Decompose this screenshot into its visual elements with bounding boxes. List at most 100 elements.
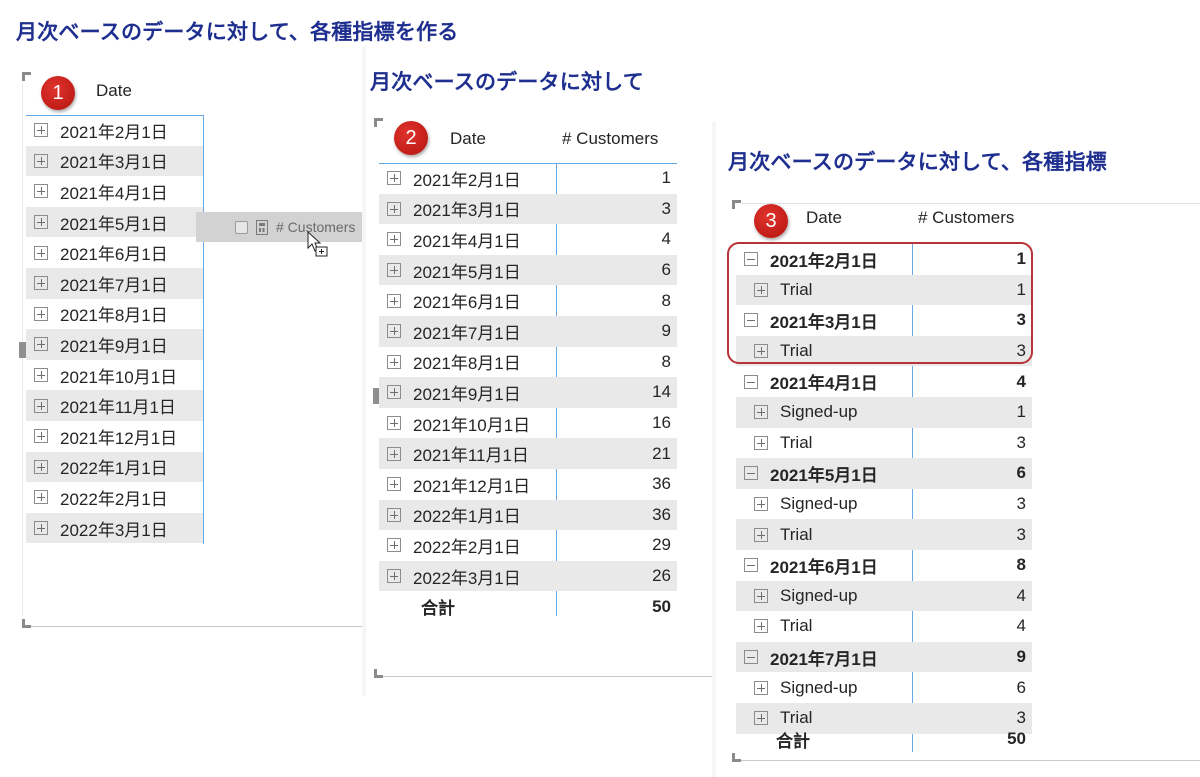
table-row[interactable]: 2021年10月1日 [26,360,203,391]
table-row[interactable]: 2022年2月1日 29 [379,530,677,561]
table-row[interactable]: 2021年6月1日 8 [736,550,1032,581]
table-row[interactable]: 2021年2月1日 1 [379,163,677,194]
table-row[interactable]: 2021年8月1日 [26,299,203,330]
table-row[interactable]: 2021年12月1日 36 [379,469,677,500]
table-row[interactable]: 2022年2月1日 [26,482,203,513]
table-row[interactable]: 2021年7月1日 9 [736,641,1032,673]
table-row[interactable]: 2021年11月1日 [26,390,203,421]
expand-icon[interactable] [754,527,768,542]
expand-icon[interactable] [387,569,401,584]
expand-icon[interactable] [387,416,401,431]
expand-icon[interactable] [387,538,401,553]
expand-icon[interactable] [387,324,401,339]
dragged-field[interactable]: # Customers [196,212,366,242]
expand-icon[interactable] [387,232,401,247]
row-label: 2022年3月1日 [60,520,168,540]
collapse-icon[interactable] [744,650,758,665]
table-row[interactable]: 2021年9月1日 [26,329,203,360]
table-row[interactable]: 2021年5月1日 [26,206,203,238]
table-row[interactable]: 2022年3月1日 26 [379,560,677,592]
expand-icon[interactable] [754,405,768,420]
expand-icon[interactable] [387,263,401,278]
column-header-date[interactable]: Date [450,129,486,149]
collapse-icon[interactable] [744,558,758,573]
expand-icon[interactable] [387,293,401,308]
expand-icon[interactable] [754,588,768,603]
table-row[interactable]: Signed-up 3 [736,489,1032,520]
expand-icon[interactable] [34,521,48,536]
table-row[interactable]: Trial 3 [736,428,1032,459]
table-row[interactable]: 2021年9月1日 14 [379,377,677,408]
resize-handle[interactable] [19,342,26,358]
expand-icon[interactable] [754,435,768,450]
expand-icon[interactable] [34,368,48,383]
expand-icon[interactable] [34,276,48,291]
expand-icon[interactable] [387,446,401,461]
table-row[interactable]: 2021年12月1日 [26,421,203,452]
table-row[interactable]: Trial 3 [736,519,1032,550]
expand-icon[interactable] [387,507,401,522]
table-row[interactable]: Signed-up 4 [736,580,1032,612]
expand-icon[interactable] [754,680,768,695]
expand-icon[interactable] [387,201,401,216]
table-row[interactable]: 2021年4月1日 4 [379,224,677,255]
column-header-customers[interactable]: # Customers [562,129,658,149]
expand-icon[interactable] [34,123,48,138]
column-header-date[interactable]: Date [806,208,842,228]
visual-corner [374,669,383,678]
table-row[interactable]: 2021年5月1日 6 [379,254,677,286]
expand-icon[interactable] [34,245,48,260]
table-row[interactable]: 2021年3月1日 [26,145,203,177]
table-row[interactable]: Trial 4 [736,611,1032,642]
table-row[interactable]: 2021年2月1日 [26,115,203,146]
collapse-icon[interactable] [744,374,758,389]
row-label: 2022年3月1日 [413,568,521,588]
expand-icon[interactable] [754,619,768,634]
expand-icon[interactable] [34,337,48,352]
table-row[interactable]: 2022年3月1日 [26,512,203,544]
table-row[interactable]: 2021年4月1日 4 [736,366,1032,397]
table-row[interactable]: 2021年3月1日 3 [379,193,677,225]
table-row[interactable]: 2021年5月1日 6 [736,458,1032,489]
expand-icon[interactable] [34,398,48,413]
row-label: Signed-up [780,402,858,422]
expand-icon[interactable] [34,215,48,230]
total-label: 合計 [421,599,455,619]
table-row[interactable]: 2021年8月1日 8 [379,347,677,378]
table-row[interactable]: 2021年7月1日 9 [379,315,677,347]
table-row[interactable]: Signed-up 6 [736,672,1032,703]
collapse-icon[interactable] [744,466,758,481]
visual-corner [22,619,31,628]
expand-icon[interactable] [387,477,401,492]
expand-icon[interactable] [34,153,48,168]
row-value: 16 [652,413,671,433]
expand-icon[interactable] [34,184,48,199]
step-badge: 2 [394,121,428,155]
expand-icon[interactable] [34,306,48,321]
expand-icon[interactable] [387,354,401,369]
table-row[interactable]: 2021年11月1日 21 [379,438,677,469]
table-row[interactable]: 2021年4月1日 [26,176,203,207]
row-label: Signed-up [780,585,858,605]
expand-icon[interactable] [34,490,48,505]
expand-icon[interactable] [387,171,401,186]
row-value: 14 [652,382,671,402]
table-row[interactable]: 2021年6月1日 [26,237,203,268]
expand-icon[interactable] [754,497,768,512]
table-row[interactable]: 2021年7月1日 [26,267,203,299]
expand-icon[interactable] [754,711,768,726]
expand-icon[interactable] [387,385,401,400]
field-checkbox[interactable] [235,220,248,234]
table-row[interactable]: 2021年6月1日 8 [379,285,677,316]
table-row[interactable]: 2022年1月1日 [26,451,203,483]
row-label: 2021年2月1日 [413,170,521,190]
column-header-customers[interactable]: # Customers [918,208,1014,228]
highlight-box [727,242,1033,364]
table-row[interactable]: Signed-up 1 [736,396,1032,428]
column-header-date[interactable]: Date [96,81,132,101]
expand-icon[interactable] [34,429,48,444]
expand-icon[interactable] [34,459,48,474]
row-label: 2021年2月1日 [60,122,168,142]
table-row[interactable]: 2021年10月1日 16 [379,408,677,439]
table-row[interactable]: 2022年1月1日 36 [379,499,677,531]
